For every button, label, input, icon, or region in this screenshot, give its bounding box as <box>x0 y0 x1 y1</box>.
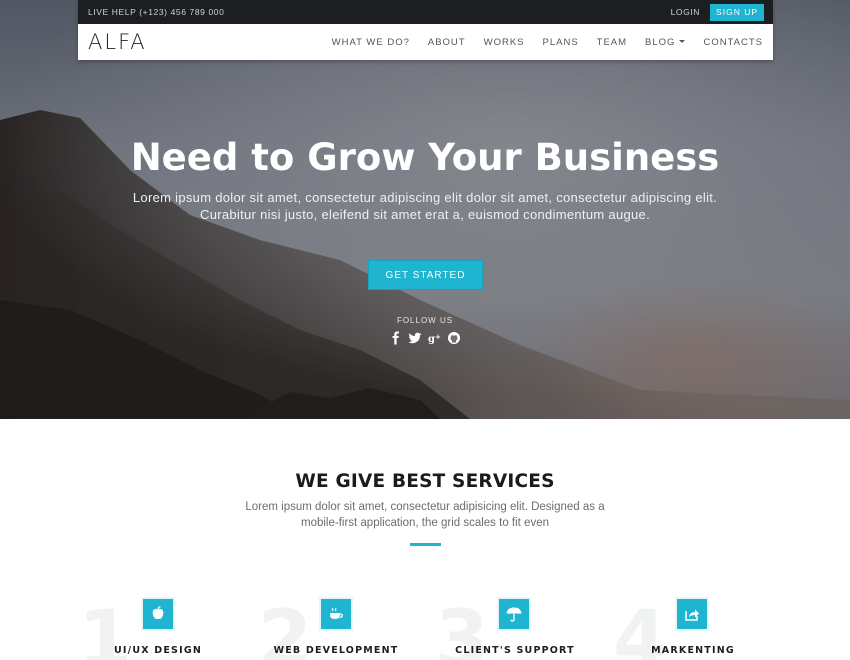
apple-icon <box>141 597 175 631</box>
chevron-down-icon <box>679 40 686 44</box>
coffee-cup-icon <box>319 597 353 631</box>
hero-content: Need to Grow Your Business Lorem ipsum d… <box>0 0 850 419</box>
social-links: g + <box>389 330 461 346</box>
feature-web-development: 2 WEB DEVELOPMENT <box>246 597 426 660</box>
hero-subtitle-line-2: Curabitur nisi justo, eleifend sit amet … <box>200 207 650 222</box>
facebook-icon[interactable] <box>389 331 403 345</box>
follow-us-label: FOLLOW US <box>396 316 454 325</box>
top-bar: LIVE HELP (+123) 456 789 000 LOGIN SIGN … <box>78 0 773 24</box>
nav-item-contacts[interactable]: CONTACTS <box>703 37 763 48</box>
feature-clients-support: 3 CLIENT'S SUPPORT <box>425 597 605 660</box>
main-navbar: ALFA WHAT WE DO? ABOUT WORKS PLANS TEAM … <box>78 24 773 60</box>
nav-menu: WHAT WE DO? ABOUT WORKS PLANS TEAM BLOG … <box>314 37 763 48</box>
nav-item-about[interactable]: ABOUT <box>428 37 466 48</box>
nav-item-works[interactable]: WORKS <box>484 37 525 48</box>
feature-label: MARKENTING <box>651 645 735 656</box>
feature-label: UI/UX DESIGN <box>114 645 202 656</box>
page: Need to Grow Your Business Lorem ipsum d… <box>0 0 850 660</box>
feature-ui-ux-design: 1 UI/UX DESIGN <box>68 597 248 660</box>
services-title: WE GIVE BEST SERVICES <box>295 471 555 492</box>
nav-item-team[interactable]: TEAM <box>597 37 627 48</box>
feature-label: WEB DEVELOPMENT <box>273 645 399 656</box>
services-section: WE GIVE BEST SERVICES Lorem ipsum dolor … <box>0 419 850 660</box>
site-header: LIVE HELP (+123) 456 789 000 LOGIN SIGN … <box>78 0 773 60</box>
auth-links: LOGIN SIGN UP <box>671 3 764 21</box>
nav-item-plans[interactable]: PLANS <box>543 37 579 48</box>
nav-item-blog[interactable]: BLOG <box>645 36 686 48</box>
live-help-text: LIVE HELP (+123) 456 789 000 <box>88 7 225 17</box>
get-started-button[interactable]: GET STARTED <box>368 260 483 290</box>
login-link[interactable]: LOGIN <box>671 7 700 17</box>
hero-section: Need to Grow Your Business Lorem ipsum d… <box>0 0 850 419</box>
nav-item-what-we-do[interactable]: WHAT WE DO? <box>332 37 410 48</box>
site-logo[interactable]: ALFA <box>88 30 147 54</box>
svg-text:g: g <box>428 334 435 345</box>
hero-subtitle-line-1: Lorem ipsum dolor sit amet, consectetur … <box>132 190 718 205</box>
twitter-icon[interactable] <box>408 331 422 345</box>
github-icon[interactable] <box>447 331 461 345</box>
hero-title: Need to Grow Your Business <box>130 136 720 179</box>
section-divider <box>410 543 441 546</box>
feature-marketing: 4 MARKENTING <box>603 597 783 660</box>
nav-item-blog-label: BLOG <box>645 36 676 48</box>
umbrella-icon <box>497 597 531 631</box>
services-description-line-2: mobile-first application, the grid scale… <box>300 517 549 529</box>
feature-label: CLIENT'S SUPPORT <box>455 645 575 656</box>
share-icon <box>675 597 709 631</box>
google-plus-icon[interactable]: g + <box>428 331 442 345</box>
svg-text:+: + <box>435 333 441 341</box>
services-description-line-1: Lorem ipsum dolor sit amet, consectetur … <box>245 501 605 513</box>
sign-up-button[interactable]: SIGN UP <box>710 3 764 21</box>
